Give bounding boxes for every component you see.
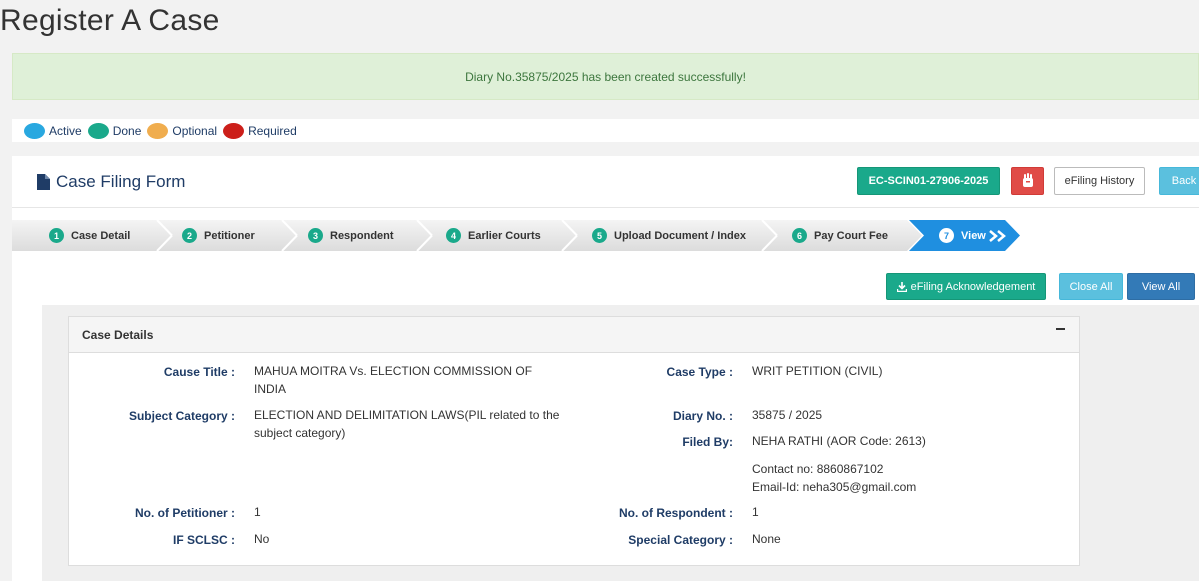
active-dot-icon (24, 122, 45, 139)
cause-title-label: Cause Title : (163, 365, 235, 379)
case-details-header[interactable]: Case Details (69, 317, 1079, 353)
case-filing-card: Case Filing Form EC-SCIN01-27906-2025 eF… (12, 156, 1199, 581)
subject-category-line: subject category) (254, 426, 346, 440)
filed-by-label: Filed By: (682, 435, 733, 449)
step-label: Petitioner (204, 229, 255, 242)
form-title-text: Case Filing Form (56, 172, 186, 191)
double-chevron-right-icon (989, 229, 1006, 242)
step-number: 6 (792, 228, 807, 243)
step-view[interactable]: 7 View (939, 220, 1011, 251)
step-label: View (961, 229, 986, 242)
details-section: Case Details Cause Title : MAHUA MOITRA … (42, 305, 1199, 581)
diary-number-label: Diary No. : (672, 409, 733, 423)
step-label: Pay Court Fee (814, 229, 888, 242)
step-number: 4 (446, 228, 461, 243)
special-category-label: Special Category : (628, 533, 733, 547)
efiling-number-button[interactable]: EC-SCIN01-27906-2025 (857, 167, 1000, 195)
view-all-button[interactable]: View All (1127, 273, 1195, 300)
optional-dot-icon (147, 122, 169, 139)
hand-stop-icon (1022, 173, 1033, 187)
cause-title-value: MAHUA MOITRA Vs. ELECTION COMMISSION OF … (254, 362, 532, 398)
step-label: Earlier Courts (468, 229, 541, 242)
step-label: Case Detail (71, 229, 131, 242)
step-number: 7 (939, 228, 954, 243)
respondents-label: No. of Respondent : (619, 506, 733, 520)
sclsc-label: IF SCLSC : (173, 533, 235, 547)
legend-required: Required (223, 122, 297, 139)
required-dot-icon (223, 122, 245, 139)
success-alert-message: Diary No.35875/2025 has been created suc… (465, 69, 746, 84)
done-dot-icon (87, 122, 109, 139)
contact-value: Contact no: 8860867102 (752, 462, 884, 476)
legend-done-label: Done (112, 123, 142, 138)
back-button[interactable]: Back (1159, 167, 1199, 195)
step-number: 1 (49, 228, 64, 243)
efiling-acknowledgement-button[interactable]: eFiling Acknowledgement (886, 273, 1046, 300)
step-label: Upload Document / Index (614, 229, 747, 242)
step-petitioner[interactable]: 2 Petitioner (182, 220, 255, 251)
legend-optional: Optional (147, 122, 218, 139)
page-title: Register A Case (0, 4, 220, 37)
subject-category-line: ELECTION AND DELIMITATION LAWS(PIL relat… (254, 408, 560, 422)
respondents-value: 1 (752, 505, 759, 519)
step-number: 2 (182, 228, 197, 243)
case-details-panel: Case Details Cause Title : MAHUA MOITRA … (68, 316, 1080, 566)
legend-required-label: Required (248, 123, 297, 138)
case-details-heading: Case Details (82, 327, 154, 342)
form-title: Case Filing Form (37, 172, 185, 192)
step-number: 5 (592, 228, 607, 243)
step-number: 3 (308, 228, 323, 243)
efiling-history-button[interactable]: eFiling History (1054, 167, 1145, 195)
step-earlier-courts[interactable]: 4 Earlier Courts (446, 220, 541, 251)
email-value: Email-Id: neha305@gmail.com (752, 480, 917, 494)
collapse-icon[interactable] (1056, 328, 1065, 330)
step-respondent[interactable]: 3 Respondent (308, 220, 394, 251)
close-all-button[interactable]: Close All (1059, 273, 1123, 300)
step-label: Respondent (330, 229, 394, 242)
card-header: Case Filing Form EC-SCIN01-27906-2025 eF… (12, 156, 1199, 208)
legend-active: Active (24, 122, 82, 139)
petitioners-label: No. of Petitioner : (135, 506, 235, 520)
withdraw-button[interactable] (1011, 167, 1044, 195)
efiling-acknowledgement-label: eFiling Acknowledgement (910, 280, 1036, 293)
cause-title-line: INDIA (254, 382, 287, 396)
legend-active-label: Active (49, 123, 82, 138)
status-legend: Active Done Optional Required (12, 119, 1199, 142)
special-category-value: None (752, 532, 781, 546)
document-icon (37, 174, 50, 190)
success-alert: Diary No.35875/2025 has been created suc… (12, 53, 1199, 100)
cause-title-line: MAHUA MOITRA Vs. ELECTION COMMISSION OF (254, 364, 533, 378)
legend-done: Done (87, 122, 142, 139)
petitioners-value: 1 (254, 505, 261, 519)
step-case-detail[interactable]: 1 Case Detail (49, 220, 130, 251)
case-type-label: Case Type : (666, 365, 733, 379)
subject-category-label: Subject Category : (128, 409, 235, 423)
legend-optional-label: Optional (172, 123, 218, 138)
filed-by-value: NEHA RATHI (AOR Code: 2613) (752, 434, 926, 448)
download-icon (896, 281, 907, 292)
sclsc-value: No (254, 532, 270, 546)
subject-category-value: ELECTION AND DELIMITATION LAWS(PIL relat… (254, 406, 559, 442)
step-upload-document[interactable]: 5 Upload Document / Index (592, 220, 746, 251)
step-pay-court-fee[interactable]: 6 Pay Court Fee (792, 220, 888, 251)
case-type-value: WRIT PETITION (CIVIL) (752, 364, 883, 378)
diary-number-value: 35875 / 2025 (752, 408, 823, 422)
